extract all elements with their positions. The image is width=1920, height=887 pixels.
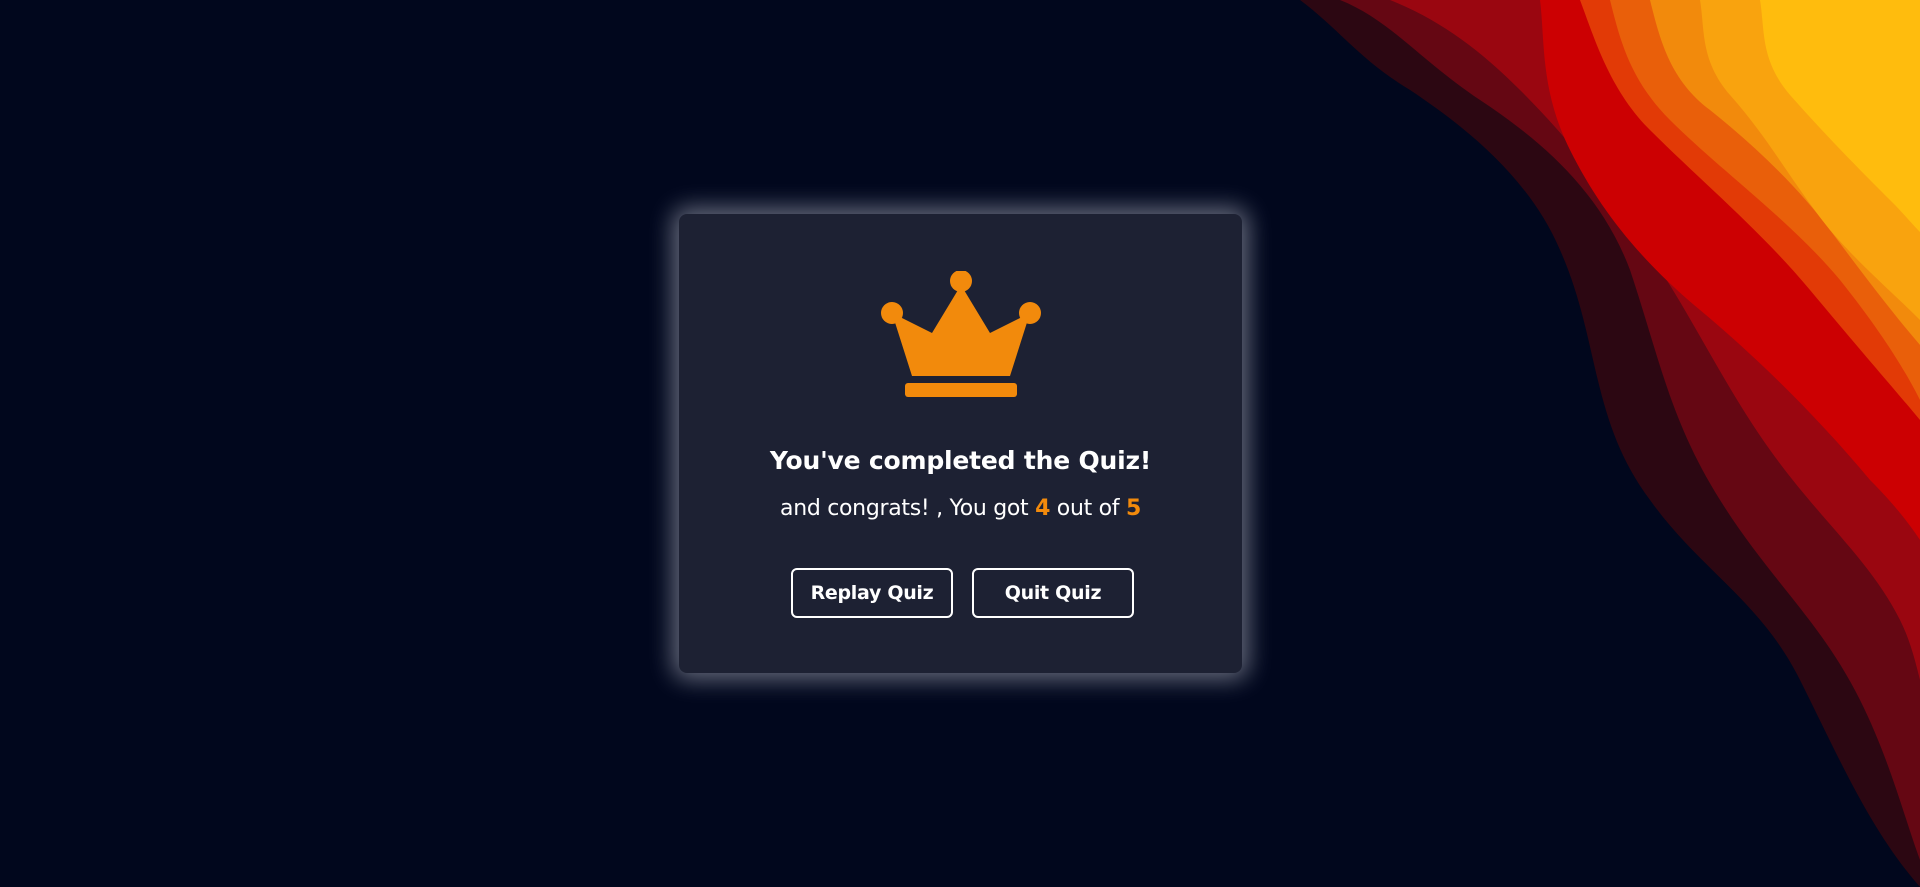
quit-quiz-button[interactable]: Quit Quiz xyxy=(972,568,1134,618)
score-prefix: and congrats! , You got xyxy=(780,496,1029,521)
score-middle: out of xyxy=(1056,496,1120,521)
completion-title: You've completed the Quiz! xyxy=(769,446,1152,475)
score-value: 4 xyxy=(1035,496,1051,521)
result-card: You've completed the Quiz! and congrats!… xyxy=(679,214,1242,673)
score-text: and congrats! , You got 4 out of 5 xyxy=(679,496,1242,521)
replay-quiz-button[interactable]: Replay Quiz xyxy=(791,568,953,618)
score-total: 5 xyxy=(1125,496,1141,521)
crown-icon xyxy=(881,271,1041,397)
